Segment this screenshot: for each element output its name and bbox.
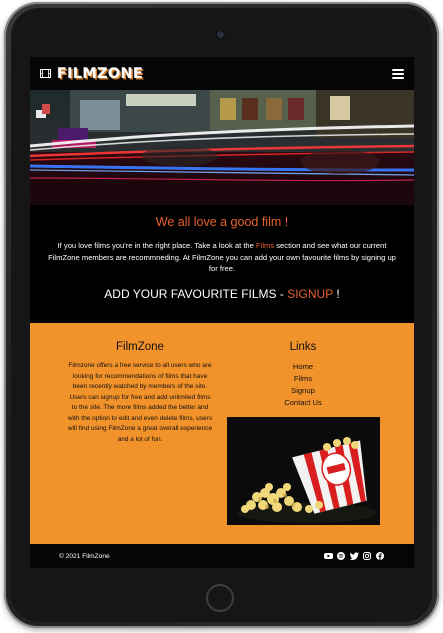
about-text: Filmzone offers a free service to all us… [67,362,213,443]
footer-link-films[interactable]: Films [227,373,379,385]
copyright-text: © 2021 FilmZone [59,552,110,560]
youtube-icon[interactable] [324,552,333,560]
about-column: FilmZone Filmzone offers a free service … [66,341,214,445]
intro-section: We all love a good film ! If you love fi… [30,205,414,323]
signup-link[interactable]: SIGNUP [287,287,333,301]
intro-text: If you love films you're in the right pl… [48,241,396,273]
instagram-icon[interactable] [363,552,371,560]
social-links [324,552,384,560]
camera-icon [217,31,224,38]
footer-main: FilmZone Filmzone offers a free service … [30,323,414,544]
footer-link-contact[interactable]: Contact Us [227,397,379,409]
hamburger-menu-icon[interactable] [392,68,404,79]
popcorn-image [227,417,380,525]
links-title: Links [289,341,317,353]
films-link[interactable]: Films [256,241,274,250]
screen: FILMZONE We all love a good film ! If yo… [30,57,414,568]
film-icon [40,69,51,78]
facebook-icon[interactable] [376,552,384,560]
bottom-bar: © 2021 FilmZone [30,544,414,568]
footer-link-home[interactable]: Home [227,361,379,373]
intro-heading: We all love a good film ! [155,215,289,229]
hero-image [30,90,414,205]
home-button[interactable] [206,584,234,612]
about-title: FilmZone [116,341,164,353]
brand-logo[interactable]: FILMZONE [40,66,143,82]
logo-text: FILMZONE [57,65,144,82]
twitter-icon[interactable] [350,552,359,560]
links-column: Links Home Films Signup Contact Us [227,341,379,409]
call-to-action: ADD YOUR FAVOURITE FILMS - SIGNUP ! [104,286,340,301]
footer-link-signup[interactable]: Signup [227,385,379,397]
navbar: FILMZONE [30,57,414,90]
footer-links: Home Films Signup Contact Us [227,361,379,409]
spotify-icon[interactable] [337,552,345,560]
